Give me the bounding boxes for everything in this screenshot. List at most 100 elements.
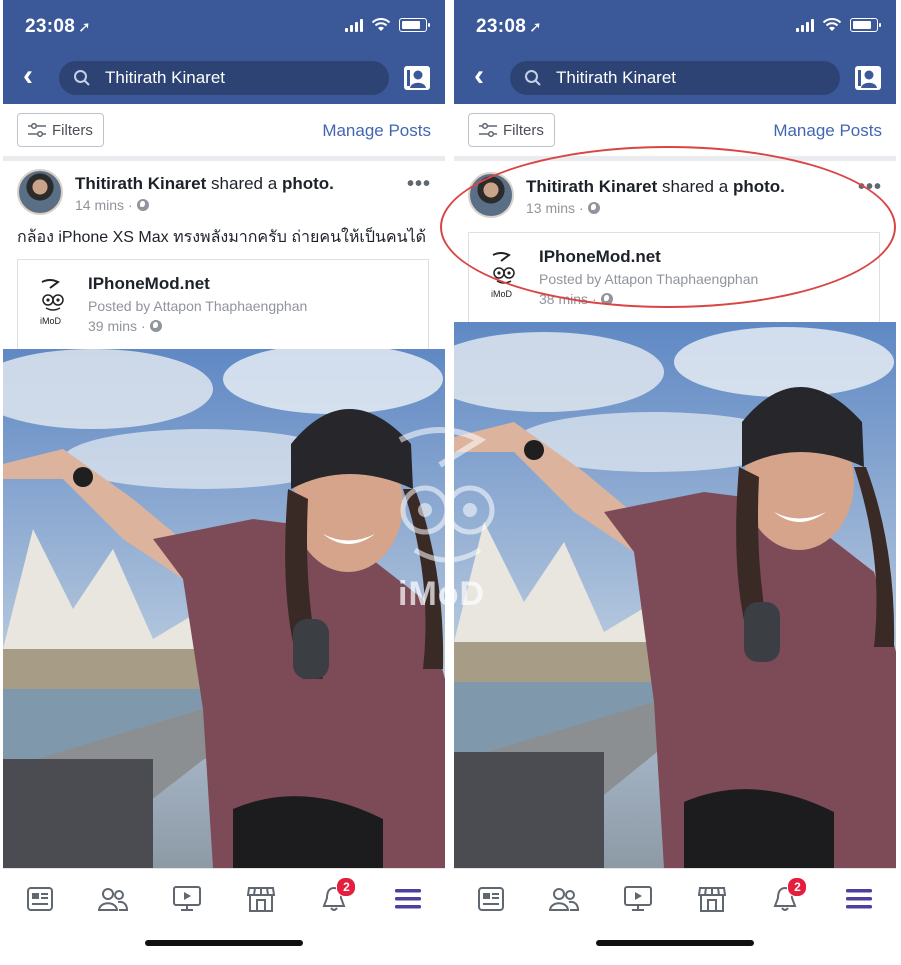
sliders-icon [479, 123, 497, 137]
search-input[interactable] [554, 67, 818, 89]
watch-tab[interactable] [616, 879, 660, 919]
wifi-icon [371, 18, 391, 31]
cellular-signal-icon [796, 18, 814, 32]
home-indicator[interactable] [596, 940, 754, 946]
cellular-signal-icon [345, 18, 363, 32]
search-box[interactable] [510, 61, 840, 95]
post-header: Thitirath Kinaret shared a photo. 13 min… [454, 164, 896, 224]
back-button[interactable]: ‹ [23, 61, 45, 92]
notifications-badge: 2 [787, 877, 808, 897]
status-time-text: 23:08 [476, 16, 527, 37]
menu-tab[interactable] [837, 879, 881, 919]
friends-icon [549, 888, 580, 911]
post-author-line: Thitirath Kinaret shared a photo. [526, 177, 785, 197]
post-author-line: Thitirath Kinaret shared a photo. [75, 174, 334, 194]
post-photo[interactable] [3, 349, 445, 868]
svg-text:iMoD: iMoD [40, 316, 62, 326]
watch-icon [173, 886, 202, 911]
news-feed-icon [26, 887, 53, 911]
shared-posted-by: Posted by Attapon Thaphaengphan [88, 298, 308, 314]
profile-card-icon[interactable] [403, 64, 431, 92]
news-feed-tab[interactable] [469, 879, 513, 919]
menu-tab[interactable] [386, 879, 430, 919]
friends-tab[interactable] [542, 879, 586, 919]
battery-icon [850, 18, 881, 32]
shared-post-meta: 39 mins · [88, 318, 162, 334]
post-action: shared a [211, 174, 278, 193]
status-time: 23:08 ➚ [476, 16, 542, 38]
avatar[interactable] [17, 169, 63, 215]
bottom-tab-bar: 2 [3, 868, 445, 929]
marketplace-tab[interactable] [690, 879, 734, 919]
portrait-photo-illustration [3, 349, 445, 868]
phone-screen-right: 23:08➚ ‹ Filters Manage Posts Thitirath … [454, 0, 896, 965]
status-icons [345, 18, 430, 32]
shared-page-name[interactable]: IPhoneMod.net [539, 247, 661, 267]
globe-icon [600, 293, 613, 305]
shared-posted-by: Posted by Attapon Thaphaengphan [539, 271, 759, 287]
notifications-tab[interactable]: 2 [763, 877, 808, 919]
avatar[interactable] [468, 172, 514, 218]
news-feed-icon [477, 887, 504, 911]
search-box[interactable] [59, 61, 389, 95]
status-time: 23:08 ➚ [25, 16, 91, 38]
shared-post-card[interactable]: iMoD IPhoneMod.net Posted by Attapon Tha… [468, 232, 880, 322]
globe-icon [136, 199, 149, 211]
shared-post-time[interactable]: 38 mins [539, 291, 588, 307]
manage-posts-link[interactable]: Manage Posts [773, 121, 882, 141]
imod-logo-icon: iMoD [40, 279, 64, 326]
search-input[interactable] [103, 67, 367, 89]
post-time[interactable]: 13 mins [526, 200, 575, 216]
watch-tab[interactable] [165, 879, 209, 919]
friends-icon [98, 888, 129, 911]
filters-button[interactable]: Filters [468, 113, 555, 147]
watermark-text: iMoD [398, 575, 486, 613]
filters-label: Filters [52, 121, 93, 139]
author-name[interactable]: Thitirath Kinaret [526, 177, 657, 196]
post-photo[interactable] [454, 322, 896, 868]
imod-logo-icon: iMoD [491, 252, 515, 299]
shared-page-name[interactable]: IPhoneMod.net [88, 274, 210, 294]
location-arrow-icon: ➚ [78, 19, 91, 36]
globe-icon [149, 320, 162, 332]
menu-icon [846, 889, 873, 909]
status-time-text: 23:08 [25, 16, 76, 37]
post-text: กล้อง iPhone XS Max ทรงพลังมากครับ ถ่ายค… [17, 229, 427, 246]
menu-icon [395, 889, 422, 909]
post-header: Thitirath Kinaret shared a photo. 14 min… [3, 161, 445, 221]
post-object[interactable]: photo. [733, 177, 785, 196]
phone-screen-left: 23:08➚ ‹ Filters Manage Posts Thitirath … [3, 0, 445, 965]
more-options-icon[interactable]: ••• [407, 173, 431, 196]
shared-post-time[interactable]: 39 mins [88, 318, 137, 334]
post-object[interactable]: photo. [282, 174, 334, 193]
author-name[interactable]: Thitirath Kinaret [75, 174, 206, 193]
notifications-tab[interactable]: 2 [312, 877, 357, 919]
search-icon [74, 70, 90, 86]
filter-bar: Filters Manage Posts [454, 104, 896, 161]
more-options-icon[interactable]: ••• [858, 176, 882, 199]
wifi-icon [822, 18, 842, 31]
friends-tab[interactable] [91, 879, 135, 919]
back-button[interactable]: ‹ [474, 61, 496, 92]
shared-post-card[interactable]: iMoD IPhoneMod.net Posted by Attapon Tha… [17, 259, 429, 351]
app-header: 23:08 ➚ ‹ [454, 0, 896, 104]
news-feed-tab[interactable] [18, 879, 62, 919]
globe-icon [587, 202, 600, 214]
filters-label: Filters [503, 121, 544, 139]
marketplace-icon [697, 887, 726, 912]
filter-bar: Filters Manage Posts [3, 104, 445, 161]
shared-post-meta: 38 mins · [539, 291, 613, 307]
marketplace-tab[interactable] [239, 879, 283, 919]
home-indicator[interactable] [145, 940, 303, 946]
profile-card-icon[interactable] [854, 64, 882, 92]
post-time[interactable]: 14 mins [75, 197, 124, 213]
bottom-tab-bar: 2 [454, 868, 896, 929]
filters-button[interactable]: Filters [17, 113, 104, 147]
post-action: shared a [662, 177, 729, 196]
search-icon [525, 70, 541, 86]
svg-text:iMoD: iMoD [491, 289, 513, 299]
notifications-badge: 2 [336, 877, 357, 897]
status-icons [796, 18, 881, 32]
manage-posts-link[interactable]: Manage Posts [322, 121, 431, 141]
battery-icon [399, 18, 430, 32]
